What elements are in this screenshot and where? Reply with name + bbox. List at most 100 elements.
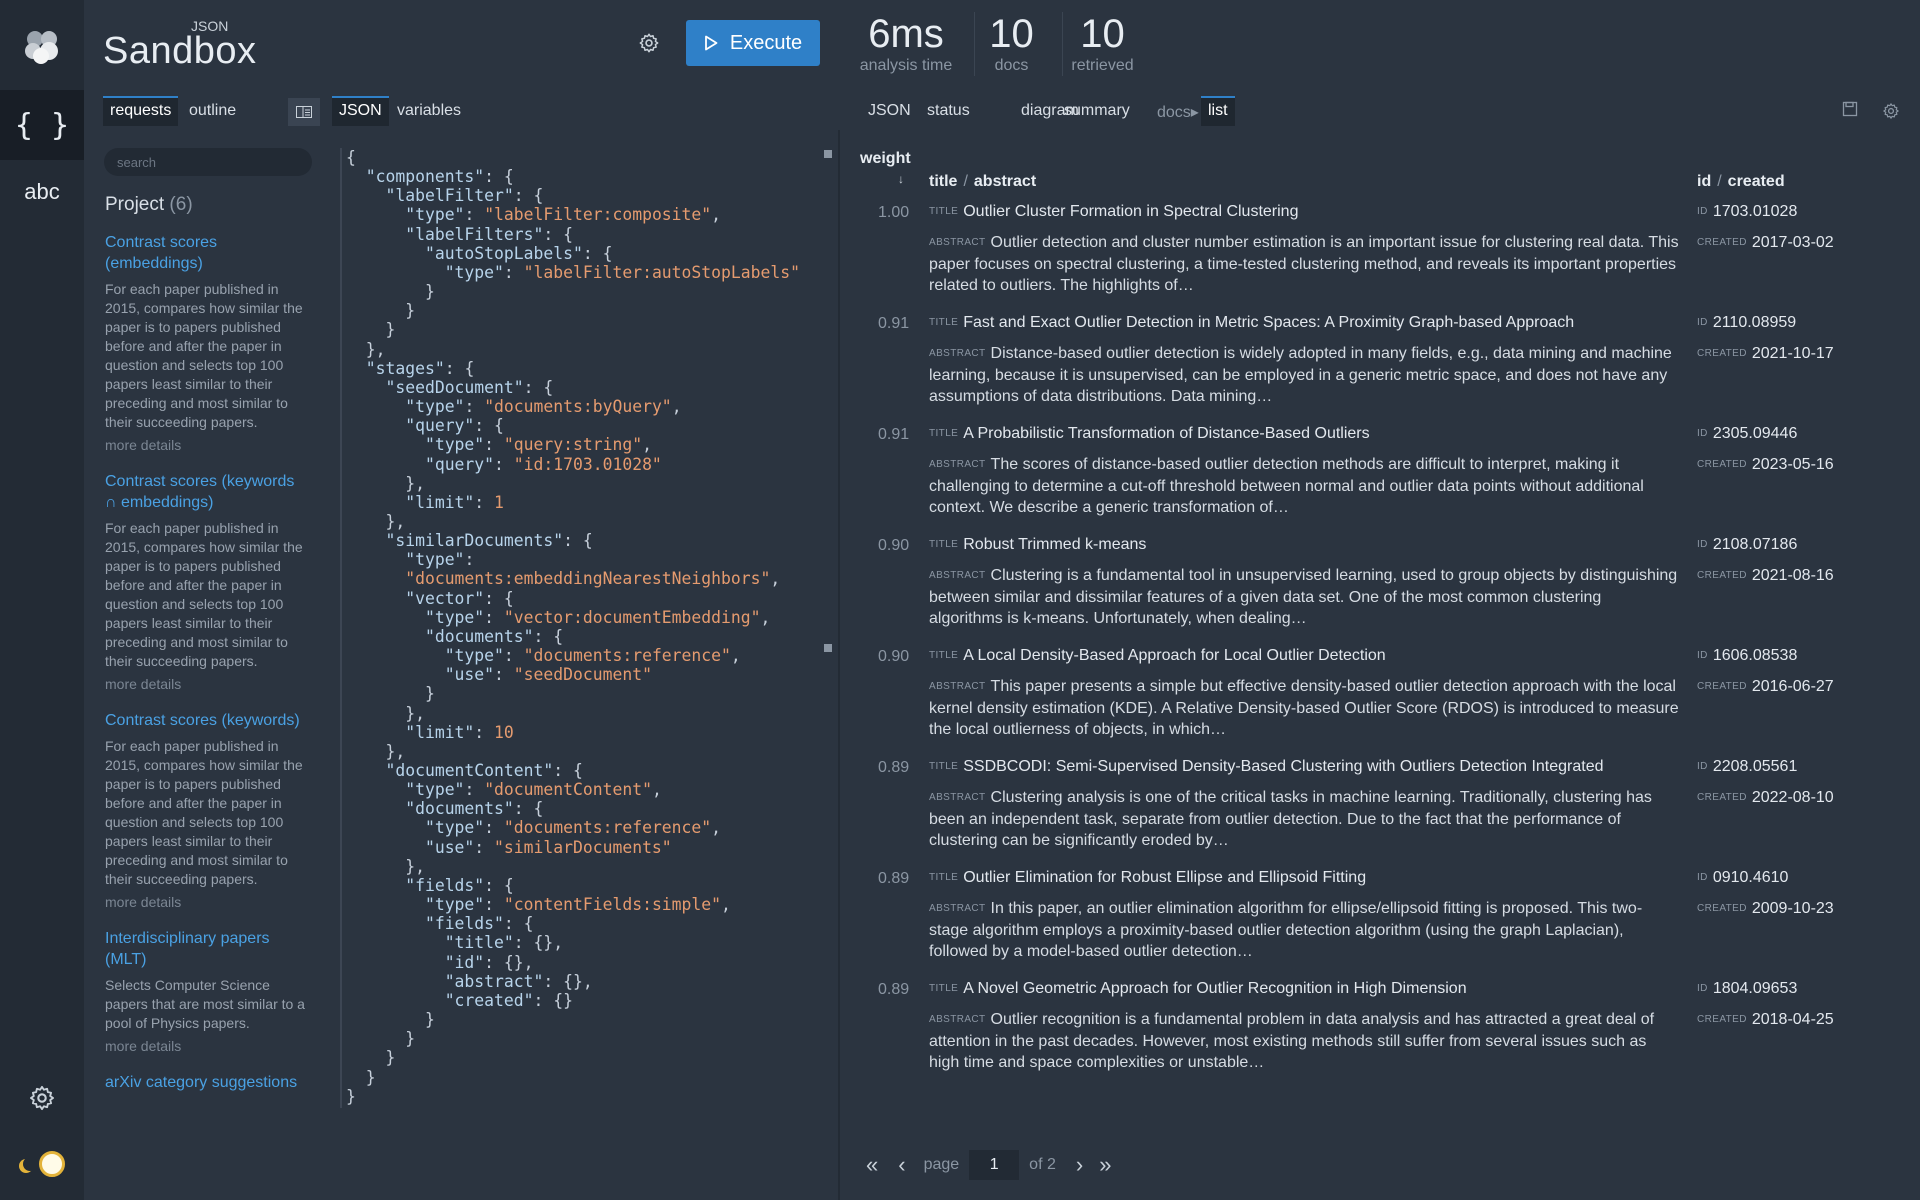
tab-result-docs[interactable]: docs▸ [1150, 96, 1206, 126]
abstract-tag: ABSTRACT [929, 570, 986, 581]
id-tag: ID [1697, 428, 1708, 439]
rail-text-button[interactable]: abc [0, 172, 84, 212]
tab-variables[interactable]: variables [390, 96, 468, 126]
row-main: TITLE Outlier Cluster Formation in Spectr… [929, 202, 1679, 297]
row-weight: 0.89 [878, 981, 910, 998]
more-details-link[interactable]: more details [105, 437, 305, 453]
request-item: arXiv category suggestions [105, 1072, 305, 1093]
created-tag: CREATED [1697, 681, 1747, 692]
tab-requests[interactable]: requests [103, 96, 179, 126]
row-id: ID 2305.09446 [1697, 425, 1798, 442]
row-weight: 0.89 [878, 870, 910, 887]
abstract-tag: ABSTRACT [929, 1014, 986, 1025]
rail-json-button[interactable]: { } [0, 90, 84, 160]
row-id: ID 2208.05561 [1697, 758, 1798, 775]
more-details-link[interactable]: more details [105, 1038, 305, 1054]
next-page-button[interactable]: › [1076, 1152, 1083, 1178]
row-title[interactable]: TITLE A Novel Geometric Approach for Outl… [929, 979, 1679, 999]
row-title[interactable]: TITLE Robust Trimmed k-means [929, 535, 1679, 555]
result-row[interactable]: 1.00 TITLE Outlier Cluster Formation in Sp… [860, 202, 1900, 313]
tab-result-json[interactable]: JSON [861, 96, 918, 126]
save-icon [1842, 101, 1858, 117]
result-row[interactable]: 0.90 TITLE Robust Trimmed k-means ABSTRACT C… [860, 535, 1900, 646]
stat-value: 6ms [868, 12, 944, 56]
result-row[interactable]: 0.89 TITLE Outlier Elimination for Robust … [860, 868, 1900, 979]
result-row[interactable]: 0.91 TITLE Fast and Exact Outlier Detectio… [860, 313, 1900, 424]
row-weight: 1.00 [878, 204, 910, 221]
request-title[interactable]: Interdisciplinary papers (MLT) [105, 928, 305, 970]
theme-toggle[interactable] [0, 1146, 84, 1182]
more-details-link[interactable]: more details [105, 676, 305, 692]
page-input[interactable] [969, 1150, 1020, 1180]
created-tag: CREATED [1697, 1014, 1747, 1025]
project-label: Project [105, 194, 165, 215]
row-title[interactable]: TITLE A Probabilistic Transformation of D… [929, 424, 1679, 444]
column-created-label: created [1727, 173, 1785, 190]
request-title[interactable]: arXiv category suggestions [105, 1072, 305, 1093]
stat-label: analysis time [859, 57, 953, 74]
row-title[interactable]: TITLE A Local Density-Based Approach for … [929, 646, 1679, 666]
page-label: page [923, 1156, 960, 1173]
row-meta: ID 2305.09446 CREATED 2023-05-16 [1697, 424, 1897, 475]
row-title[interactable]: TITLE SSDBCODI: Semi-Supervised Density-B… [929, 757, 1679, 777]
request-title[interactable]: Contrast scores (embeddings) [105, 232, 305, 274]
pane-divider[interactable] [838, 130, 840, 1200]
column-id-created[interactable]: id / created [1697, 173, 1785, 191]
stat-docs: 10 docs [974, 12, 1048, 76]
execute-button[interactable]: Execute [686, 20, 820, 66]
row-main: TITLE Fast and Exact Outlier Detection in… [929, 313, 1679, 408]
row-weight: 0.91 [878, 315, 910, 332]
column-abstract-label: abstract [973, 173, 1037, 190]
row-id: ID 2108.07186 [1697, 536, 1798, 553]
row-id: ID 1606.08538 [1697, 647, 1798, 664]
result-row[interactable]: 0.91 TITLE A Probabilistic Transformation … [860, 424, 1900, 535]
row-created: CREATED 2022-08-10 [1697, 789, 1834, 806]
row-weight: 0.90 [878, 537, 910, 554]
last-page-button[interactable]: » [1099, 1152, 1111, 1178]
more-details-link[interactable]: more details [105, 894, 305, 910]
rail-settings-button[interactable] [0, 1080, 84, 1116]
stat-value: 10 [989, 12, 1034, 56]
editor-scrollbar[interactable] [824, 148, 834, 1108]
row-title[interactable]: TITLE Fast and Exact Outlier Detection in… [929, 313, 1679, 333]
row-title[interactable]: TITLE Outlier Cluster Formation in Spectr… [929, 202, 1679, 222]
tab-result-summary[interactable]: summary [1057, 96, 1137, 126]
json-editor[interactable]: { "components": { "labelFilter": { "type… [340, 148, 830, 1108]
row-title[interactable]: TITLE Outlier Elimination for Robust Elli… [929, 868, 1679, 888]
column-title-abstract[interactable]: title / abstract [929, 173, 1036, 191]
request-title[interactable]: Contrast scores (keywords) [105, 710, 305, 731]
title-tag: TITLE [929, 983, 959, 994]
request-list: Contrast scores (embeddings) For each pa… [105, 232, 305, 1111]
tab-result-list[interactable]: list [1201, 96, 1235, 126]
row-meta: ID 0910.4610 CREATED 2009-10-23 [1697, 868, 1897, 919]
result-settings-button[interactable] [1882, 102, 1900, 120]
result-row[interactable]: 0.89 TITLE SSDBCODI: Semi-Supervised Densi… [860, 757, 1900, 868]
request-settings-button[interactable] [638, 32, 660, 54]
request-title[interactable]: Contrast scores (keywords ∩ embeddings) [105, 471, 305, 513]
row-id: ID 1804.09653 [1697, 980, 1798, 997]
app-logo [0, 18, 84, 74]
sort-down-icon: ↓ [898, 172, 904, 186]
search-input[interactable] [104, 148, 312, 176]
row-weight: 0.91 [878, 426, 910, 443]
tab-outline[interactable]: outline [182, 96, 243, 126]
tab-json[interactable]: JSON [332, 96, 389, 126]
save-button[interactable] [1842, 101, 1858, 117]
column-weight[interactable]: weight [860, 150, 911, 168]
row-created: CREATED 2018-04-25 [1697, 1011, 1834, 1028]
layout-toggle-button[interactable] [288, 98, 320, 126]
result-row[interactable]: 0.89 TITLE A Novel Geometric Approach for … [860, 979, 1900, 1090]
id-tag: ID [1697, 539, 1708, 550]
result-rows: 1.00 TITLE Outlier Cluster Formation in Sp… [860, 202, 1900, 1090]
id-tag: ID [1697, 761, 1708, 772]
editor-code[interactable]: { "components": { "labelFilter": { "type… [346, 148, 800, 1106]
created-tag: CREATED [1697, 792, 1747, 803]
first-page-button[interactable]: « [866, 1152, 878, 1178]
title-tag: TITLE [929, 761, 959, 772]
id-tag: ID [1697, 650, 1708, 661]
prev-page-button[interactable]: ‹ [898, 1152, 905, 1178]
project-heading[interactable]: Project (6) [105, 194, 193, 216]
tab-result-status[interactable]: status [920, 96, 977, 126]
result-row[interactable]: 0.90 TITLE A Local Density-Based Approach … [860, 646, 1900, 757]
row-meta: ID 1703.01028 CREATED 2017-03-02 [1697, 202, 1897, 253]
